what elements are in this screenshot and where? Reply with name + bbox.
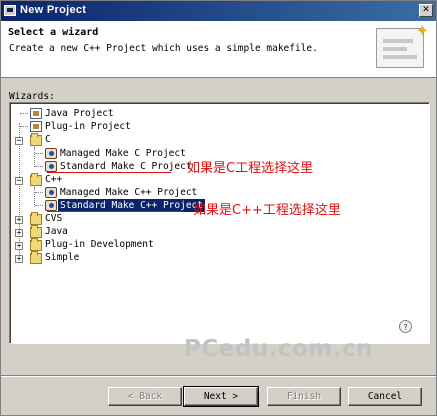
expand-simple-toggle[interactable]: + <box>15 255 23 263</box>
header-title: Select a wizard <box>8 27 99 38</box>
cpp-project-icon <box>45 200 57 211</box>
tree-item-label: CVS <box>45 213 63 224</box>
c-annotation: 如果是C工程选择这里 <box>187 161 314 176</box>
button-bar-separator <box>1 375 436 377</box>
tree-item-label: C <box>45 134 51 145</box>
tree-item-label: C++ <box>45 174 63 185</box>
close-button[interactable]: ✕ <box>419 4 433 17</box>
help-icon[interactable]: ? <box>399 320 412 333</box>
wizard-tree[interactable]: Java Project Plug-in Project − C Managed… <box>9 102 430 344</box>
cpp-annotation: 如果是C++工程选择这里 <box>193 203 341 218</box>
folder-icon <box>30 238 42 251</box>
c-project-icon <box>45 161 57 172</box>
folder-open-icon <box>30 173 42 186</box>
window-icon <box>4 5 16 16</box>
window-title: New Project <box>20 4 87 16</box>
plugin-project-icon <box>30 121 42 132</box>
finish-button[interactable]: Finish <box>267 387 341 406</box>
next-button[interactable]: Next > <box>183 386 259 407</box>
collapse-c-toggle[interactable]: − <box>15 137 23 145</box>
back-button[interactable]: < Back <box>108 387 182 406</box>
folder-open-icon <box>30 133 42 146</box>
title-bar[interactable]: New Project ✕ <box>1 1 436 21</box>
folder-icon <box>30 212 42 225</box>
expand-cvs-toggle[interactable]: + <box>15 216 23 224</box>
new-project-dialog: New Project ✕ Select a wizard Create a n… <box>0 0 437 416</box>
tree-item-label: Managed Make C Project <box>60 148 186 159</box>
expand-plugin-dev-toggle[interactable]: + <box>15 242 23 250</box>
tree-item-label: Plug-in Project <box>45 121 131 132</box>
tree-item-label: Managed Make C++ Project <box>60 187 198 198</box>
watermark: PCedu.com.cn <box>184 336 374 362</box>
expand-java-toggle[interactable]: + <box>15 229 23 237</box>
cpp-annotation-underline <box>47 211 183 212</box>
java-project-icon <box>30 108 42 119</box>
c-project-icon <box>45 148 57 159</box>
collapse-cpp-toggle[interactable]: − <box>15 177 23 185</box>
tree-item-label: Plug-in Development <box>45 239 154 250</box>
folder-icon <box>30 225 42 238</box>
wizard-banner-icon: ✦ <box>376 21 429 68</box>
wizard-header: Select a wizard Create a new C++ Project… <box>1 21 436 78</box>
tree-item-label: Java <box>45 226 68 237</box>
tree-item-label: Java Project <box>45 108 114 119</box>
header-description: Create a new C++ Project which uses a si… <box>9 43 318 54</box>
tree-item-label: Simple <box>45 252 80 263</box>
folder-icon <box>30 251 42 264</box>
wizards-label: Wizards: <box>9 91 55 102</box>
cancel-button[interactable]: Cancel <box>348 387 422 406</box>
c-annotation-underline <box>47 172 171 173</box>
cpp-project-icon <box>45 187 57 198</box>
